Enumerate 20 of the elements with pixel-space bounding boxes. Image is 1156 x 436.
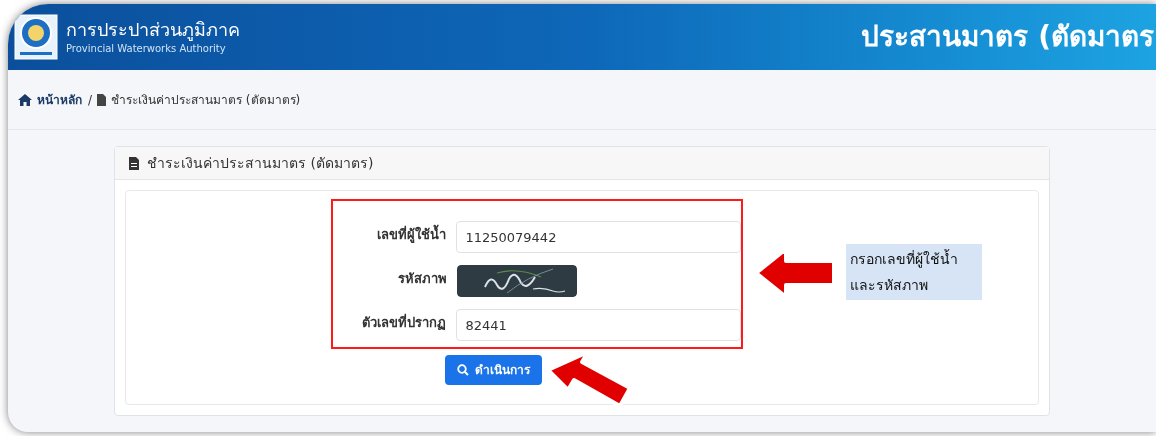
org-name: การประปาส่วนภูมิภาค [66, 18, 240, 41]
input-field[interactable]: 11250079442 [456, 221, 741, 253]
page-title: ประสานมาตร (ตัดมาตร [861, 19, 1154, 55]
breadcrumb-separator: / [88, 91, 93, 109]
field-label: เลขที่ผู้ใช้น้ำ [337, 221, 447, 245]
home-icon [18, 93, 32, 106]
field-label: รหัสภาพ [397, 270, 447, 288]
document-icon [97, 93, 107, 106]
org-subtitle: Provincial Waterworks Authority [66, 41, 227, 56]
field-label: ตัวเลขที่ปรากฏ [361, 312, 447, 332]
breadcrumb-link[interactable]: ชำระเงินค่าประสานมาตร (ตัดมาตร) [111, 90, 301, 109]
callout-text: กรอกเลขที่ผู้ใช้น้ำ [850, 248, 959, 270]
breadcrumb-link[interactable]: หน้าหลัก [37, 90, 82, 109]
callout-text: และรหัสภาพ [850, 276, 929, 295]
card-title: ชำระเงินค่าประสานมาตร (ตัดมาตร) [147, 153, 374, 173]
submit-button[interactable]: ดำเนินการ [445, 355, 542, 385]
search-icon [457, 364, 469, 376]
document-icon [129, 156, 139, 170]
logo-icon [14, 14, 58, 60]
input-field[interactable]: 82441 [456, 309, 741, 341]
